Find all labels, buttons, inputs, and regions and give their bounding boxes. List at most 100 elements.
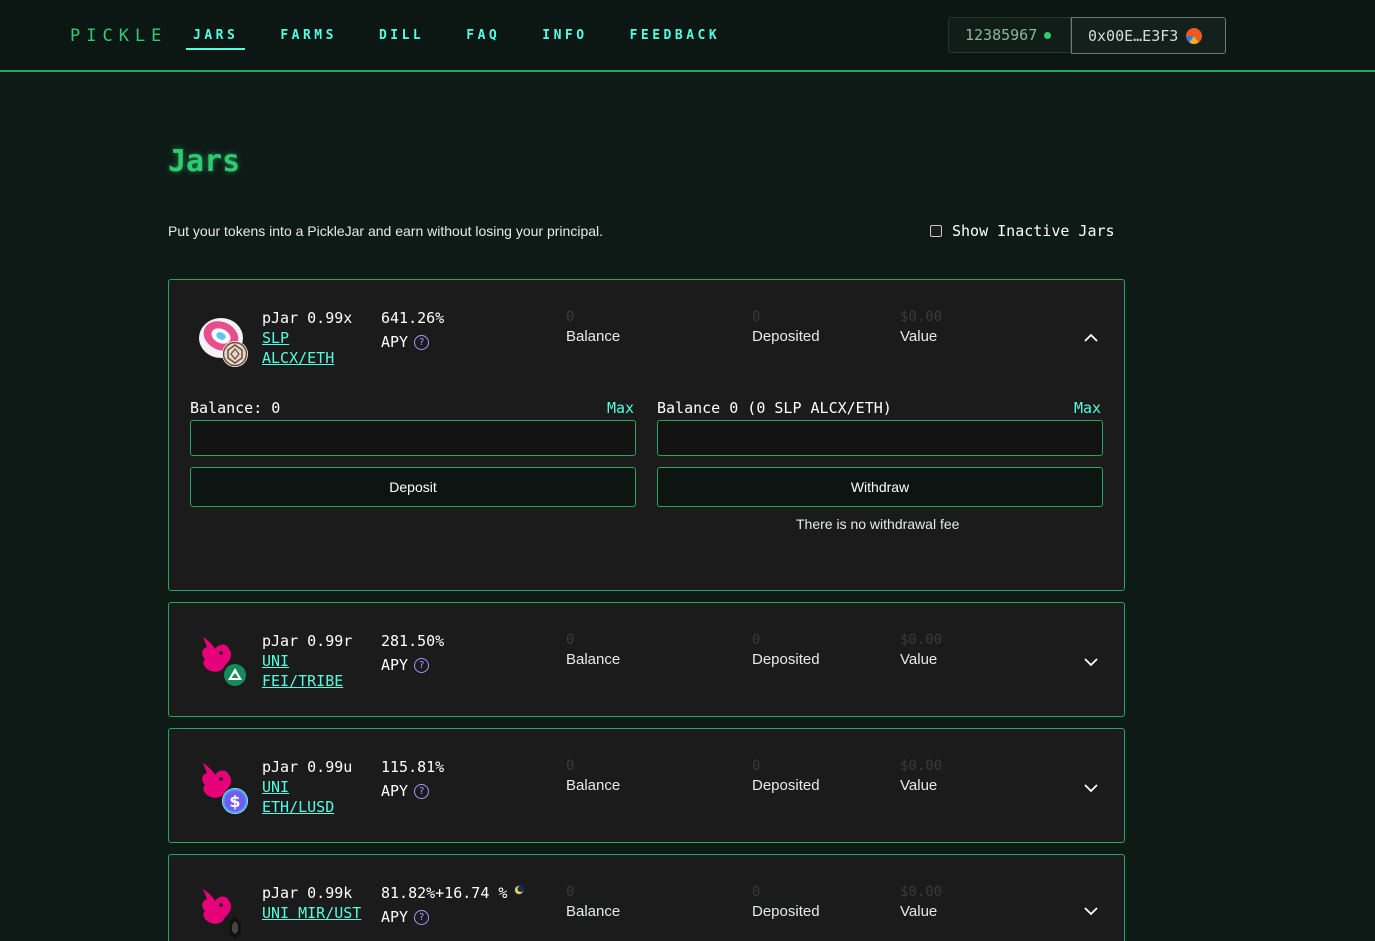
network-status-dot-icon: [1044, 31, 1052, 39]
jar-card-alcx-eth: pJar 0.99x SLP ALCX/ETH 641.26% APY? 0 B…: [168, 279, 1125, 591]
chevron-down-icon[interactable]: [1083, 780, 1099, 798]
deposited-stat: 0 Deposited: [752, 883, 820, 923]
jar-apy: 281.50% APY?: [381, 631, 444, 675]
block-number-badge: 12385967: [948, 17, 1071, 53]
value-value: $0.00: [900, 758, 943, 774]
chevron-down-icon[interactable]: [1083, 903, 1099, 921]
jar-apy: 115.81% APY?: [381, 757, 444, 801]
nav-info[interactable]: INFO: [535, 28, 594, 50]
show-inactive-label: Show Inactive Jars: [952, 222, 1115, 240]
terra-luna-icon: [513, 881, 525, 901]
jar-version: pJar 0.99u: [262, 758, 353, 776]
deposited-stat: 0 Deposited: [752, 308, 820, 348]
value-value: $0.00: [900, 884, 943, 900]
balance-stat: 0 Balance: [566, 757, 620, 797]
wallet-button[interactable]: 0x00E…E3F3: [1071, 17, 1226, 54]
jar-protocol-link[interactable]: UNI: [262, 651, 352, 671]
chevron-up-icon[interactable]: [1083, 330, 1099, 348]
apy-help-icon[interactable]: ?: [414, 909, 430, 925]
page-subtitle: Put your tokens into a PickleJar and ear…: [168, 223, 604, 239]
jar-protocol-link[interactable]: SLP: [262, 328, 352, 348]
withdraw-amount-input[interactable]: [657, 420, 1103, 456]
nav-jars[interactable]: JARS: [186, 28, 246, 50]
jar-title: pJar 0.99u UNI ETH/LUSD: [262, 757, 352, 817]
balance-label: Balance: [566, 328, 621, 345]
value-value: $0.00: [900, 632, 943, 648]
apy-label: APY: [381, 782, 409, 800]
balance-value: 0: [566, 884, 575, 900]
jar-version: pJar 0.99r: [262, 632, 353, 650]
jar-version: pJar 0.99k: [262, 884, 353, 902]
apy-value: 115.81%: [381, 758, 445, 776]
deposited-label: Deposited: [752, 777, 820, 794]
value-value: $0.00: [900, 309, 943, 325]
value-label: Value: [900, 903, 938, 920]
balance-stat: 0 Balance: [566, 883, 620, 923]
apy-value: 641.26%: [381, 309, 445, 327]
jar-pair-link[interactable]: FEI/TRIBE: [262, 671, 352, 691]
sushi-alcx-icon: [195, 310, 251, 370]
pickle-logo[interactable]: PICKLE: [70, 26, 167, 46]
jar-card-mir-ust: pJar 0.99k UNI MIR/UST 81.82%+16.74 % AP…: [168, 854, 1125, 941]
jar-card-fei-tribe: pJar 0.99r UNI FEI/TRIBE 281.50% APY? 0 …: [168, 602, 1125, 717]
apy-help-icon[interactable]: ?: [414, 783, 430, 799]
nav-feedback[interactable]: FEEDBACK: [623, 28, 728, 50]
deposit-button[interactable]: Deposit: [190, 467, 636, 507]
deposited-value: 0: [752, 309, 761, 325]
page-title: Jars: [168, 144, 241, 179]
uniswap-mir-icon: [195, 883, 251, 941]
show-inactive-checkbox[interactable]: [930, 225, 942, 237]
wallet-address: 0x00E…E3F3: [1088, 26, 1179, 45]
jar-pair-link[interactable]: ALCX/ETH: [262, 348, 352, 368]
apy-help-icon[interactable]: ?: [414, 334, 430, 350]
deposited-label: Deposited: [752, 903, 820, 920]
value-stat: $0.00 Value: [900, 308, 942, 348]
value-label: Value: [900, 651, 938, 668]
deposited-value: 0: [752, 884, 761, 900]
nav-farms[interactable]: FARMS: [273, 28, 344, 50]
block-number: 12385967: [965, 26, 1038, 44]
withdraw-max-link[interactable]: Max: [1074, 399, 1101, 417]
uniswap-tribe-icon: [195, 631, 251, 691]
withdraw-button[interactable]: Withdraw: [657, 467, 1103, 507]
show-inactive-toggle[interactable]: Show Inactive Jars: [930, 222, 1115, 240]
apy-label: APY: [381, 908, 409, 926]
balance-stat: 0 Balance: [566, 631, 620, 671]
deposited-stat: 0 Deposited: [752, 757, 820, 797]
jar-title: pJar 0.99k UNI MIR/UST: [262, 883, 361, 923]
jar-pair-link[interactable]: UNI MIR/UST: [262, 903, 361, 923]
value-stat: $0.00 Value: [900, 631, 942, 671]
balance-value: 0: [566, 758, 575, 774]
balance-value: 0: [566, 632, 575, 648]
jar-version: pJar 0.99x: [262, 309, 353, 327]
wallet-avatar-icon: [1186, 27, 1203, 44]
value-label: Value: [900, 328, 938, 345]
nav-dill[interactable]: DILL: [372, 28, 431, 50]
balance-label: Balance: [566, 651, 621, 668]
jar-card-eth-lusd: $ pJar 0.99u UNI ETH/LUSD 115.81% APY? 0…: [168, 728, 1125, 843]
apy-value: 281.50%: [381, 632, 445, 650]
jar-pair-link[interactable]: ETH/LUSD: [262, 797, 352, 817]
balance-value: 0: [566, 309, 575, 325]
uniswap-lusd-icon: $: [195, 757, 251, 817]
value-stat: $0.00 Value: [900, 757, 942, 797]
apy-help-icon[interactable]: ?: [414, 657, 430, 673]
jar-protocol-link[interactable]: UNI: [262, 777, 352, 797]
deposit-amount-input[interactable]: [190, 420, 636, 456]
deposited-label: Deposited: [752, 651, 820, 668]
deposited-value: 0: [752, 632, 761, 648]
nav-faq[interactable]: FAQ: [459, 28, 507, 50]
chevron-down-icon[interactable]: [1083, 654, 1099, 672]
balance-label: Balance: [566, 777, 621, 794]
apy-label: APY: [381, 333, 409, 351]
balance-label: Balance: [566, 903, 621, 920]
deposited-label: Deposited: [752, 328, 820, 345]
svg-text:$: $: [229, 792, 240, 811]
withdrawal-fee-note: There is no withdrawal fee: [796, 516, 960, 532]
value-label: Value: [900, 777, 938, 794]
deposit-max-link[interactable]: Max: [607, 399, 634, 417]
jar-title: pJar 0.99r UNI FEI/TRIBE: [262, 631, 352, 691]
jar-apy: 641.26% APY?: [381, 308, 444, 352]
balance-stat: 0 Balance: [566, 308, 620, 348]
deposited-value: 0: [752, 758, 761, 774]
